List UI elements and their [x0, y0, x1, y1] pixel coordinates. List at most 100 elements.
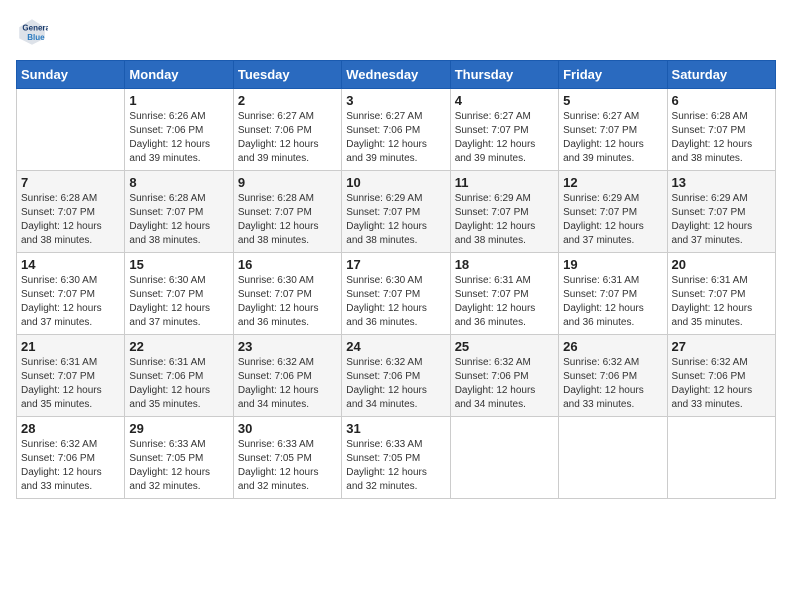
sunset: Sunset: 7:06 PM [129, 370, 228, 384]
dow-header-friday: Friday [559, 61, 667, 89]
daylight-line2: and 39 minutes. [129, 152, 228, 166]
day-cell: 21Sunrise: 6:31 AMSunset: 7:07 PMDayligh… [17, 335, 125, 417]
daylight-line2: and 38 minutes. [129, 234, 228, 248]
logo: General Blue [16, 16, 52, 48]
daylight-line1: Daylight: 12 hours [129, 466, 228, 480]
day-number: 2 [238, 93, 337, 108]
sunrise: Sunrise: 6:28 AM [238, 192, 337, 206]
daylight-line2: and 32 minutes. [129, 480, 228, 494]
sunset: Sunset: 7:07 PM [672, 288, 771, 302]
daylight-line1: Daylight: 12 hours [238, 220, 337, 234]
day-number: 8 [129, 175, 228, 190]
sunrise: Sunrise: 6:27 AM [455, 110, 554, 124]
daylight-line1: Daylight: 12 hours [563, 220, 662, 234]
week-row-3: 14Sunrise: 6:30 AMSunset: 7:07 PMDayligh… [17, 253, 776, 335]
sunrise: Sunrise: 6:28 AM [129, 192, 228, 206]
day-number: 27 [672, 339, 771, 354]
daylight-line2: and 35 minutes. [21, 398, 120, 412]
daylight-line1: Daylight: 12 hours [346, 302, 445, 316]
day-info: Sunrise: 6:31 AMSunset: 7:07 PMDaylight:… [563, 274, 662, 330]
sunrise: Sunrise: 6:29 AM [672, 192, 771, 206]
day-info: Sunrise: 6:31 AMSunset: 7:07 PMDaylight:… [672, 274, 771, 330]
day-cell: 18Sunrise: 6:31 AMSunset: 7:07 PMDayligh… [450, 253, 558, 335]
day-number: 30 [238, 421, 337, 436]
day-info: Sunrise: 6:29 AMSunset: 7:07 PMDaylight:… [346, 192, 445, 248]
daylight-line1: Daylight: 12 hours [672, 302, 771, 316]
sunrise: Sunrise: 6:30 AM [21, 274, 120, 288]
daylight-line1: Daylight: 12 hours [238, 138, 337, 152]
day-info: Sunrise: 6:31 AMSunset: 7:06 PMDaylight:… [129, 356, 228, 412]
day-cell: 19 Sunrise: 6:31 AMSunset: 7:07 PMDayligh… [559, 253, 667, 335]
sunset: Sunset: 7:06 PM [238, 124, 337, 138]
day-info: Sunrise: 6:30 AMSunset: 7:07 PMDaylight:… [346, 274, 445, 330]
week-row-4: 21Sunrise: 6:31 AMSunset: 7:07 PMDayligh… [17, 335, 776, 417]
day-info: Sunrise: 6:29 AMSunset: 7:07 PMDaylight:… [672, 192, 771, 248]
day-number: 1 [129, 93, 228, 108]
day-number: 16 [238, 257, 337, 272]
day-cell: 8Sunrise: 6:28 AMSunset: 7:07 PMDaylight… [125, 171, 233, 253]
day-cell: 5Sunrise: 6:27 AMSunset: 7:07 PMDaylight… [559, 89, 667, 171]
daylight-line1: Daylight: 12 hours [238, 384, 337, 398]
day-info: Sunrise: 6:29 AMSunset: 7:07 PMDaylight:… [455, 192, 554, 248]
day-cell: 10 Sunrise: 6:29 AMSunset: 7:07 PMDayligh… [342, 171, 450, 253]
sunrise: Sunrise: 6:31 AM [455, 274, 554, 288]
day-cell [667, 417, 775, 499]
sunset: Sunset: 7:06 PM [346, 370, 445, 384]
daylight-line1: Daylight: 12 hours [129, 138, 228, 152]
day-info: Sunrise: 6:32 AMSunset: 7:06 PMDaylight:… [346, 356, 445, 412]
day-info: Sunrise: 6:30 AMSunset: 7:07 PMDaylight:… [238, 274, 337, 330]
day-info: Sunrise: 6:33 AMSunset: 7:05 PMDaylight:… [238, 438, 337, 494]
sunrise: Sunrise: 6:33 AM [238, 438, 337, 452]
day-cell: 24 Sunrise: 6:32 AMSunset: 7:06 PMDayligh… [342, 335, 450, 417]
days-of-week-row: SundayMondayTuesdayWednesdayThursdayFrid… [17, 61, 776, 89]
daylight-line2: and 37 minutes. [672, 234, 771, 248]
day-cell: 26 Sunrise: 6:32 AMSunset: 7:06 PMDayligh… [559, 335, 667, 417]
day-cell: 30 Sunrise: 6:33 AMSunset: 7:05 PMDayligh… [233, 417, 341, 499]
day-number: 15 [129, 257, 228, 272]
daylight-line1: Daylight: 12 hours [21, 302, 120, 316]
sunrise: Sunrise: 6:32 AM [455, 356, 554, 370]
sunset: Sunset: 7:07 PM [21, 370, 120, 384]
day-number: 17 [346, 257, 445, 272]
day-number: 26 [563, 339, 662, 354]
day-info: Sunrise: 6:32 AMSunset: 7:06 PMDaylight:… [563, 356, 662, 412]
day-cell: 16 Sunrise: 6:30 AMSunset: 7:07 PMDayligh… [233, 253, 341, 335]
day-info: Sunrise: 6:33 AMSunset: 7:05 PMDaylight:… [346, 438, 445, 494]
day-number: 11 [455, 175, 554, 190]
day-info: Sunrise: 6:32 AMSunset: 7:06 PMDaylight:… [672, 356, 771, 412]
daylight-line1: Daylight: 12 hours [455, 302, 554, 316]
sunset: Sunset: 7:05 PM [238, 452, 337, 466]
day-info: Sunrise: 6:30 AMSunset: 7:07 PMDaylight:… [21, 274, 120, 330]
day-number: 29 [129, 421, 228, 436]
sunset: Sunset: 7:06 PM [455, 370, 554, 384]
daylight-line2: and 37 minutes. [129, 316, 228, 330]
daylight-line1: Daylight: 12 hours [672, 384, 771, 398]
daylight-line2: and 33 minutes. [21, 480, 120, 494]
dow-header-saturday: Saturday [667, 61, 775, 89]
sunrise: Sunrise: 6:27 AM [238, 110, 337, 124]
sunrise: Sunrise: 6:30 AM [346, 274, 445, 288]
sunset: Sunset: 7:06 PM [238, 370, 337, 384]
daylight-line1: Daylight: 12 hours [455, 384, 554, 398]
day-info: Sunrise: 6:32 AMSunset: 7:06 PMDaylight:… [455, 356, 554, 412]
daylight-line2: and 33 minutes. [563, 398, 662, 412]
day-number: 10 [346, 175, 445, 190]
day-cell: 1 Sunrise: 6:26 AMSunset: 7:06 PMDaylight… [125, 89, 233, 171]
day-cell [559, 417, 667, 499]
sunset: Sunset: 7:07 PM [346, 288, 445, 302]
day-number: 24 [346, 339, 445, 354]
day-number: 19 [563, 257, 662, 272]
sunset: Sunset: 7:07 PM [21, 288, 120, 302]
day-info: Sunrise: 6:27 AMSunset: 7:06 PMDaylight:… [238, 110, 337, 166]
sunrise: Sunrise: 6:31 AM [563, 274, 662, 288]
calendar-body: 1 Sunrise: 6:26 AMSunset: 7:06 PMDaylight… [17, 89, 776, 499]
daylight-line2: and 32 minutes. [238, 480, 337, 494]
sunset: Sunset: 7:07 PM [238, 206, 337, 220]
daylight-line2: and 35 minutes. [129, 398, 228, 412]
day-number: 12 [563, 175, 662, 190]
day-info: Sunrise: 6:27 AMSunset: 7:06 PMDaylight:… [346, 110, 445, 166]
day-info: Sunrise: 6:26 AMSunset: 7:06 PMDaylight:… [129, 110, 228, 166]
day-info: Sunrise: 6:27 AMSunset: 7:07 PMDaylight:… [455, 110, 554, 166]
dow-header-tuesday: Tuesday [233, 61, 341, 89]
day-info: Sunrise: 6:33 AMSunset: 7:05 PMDaylight:… [129, 438, 228, 494]
